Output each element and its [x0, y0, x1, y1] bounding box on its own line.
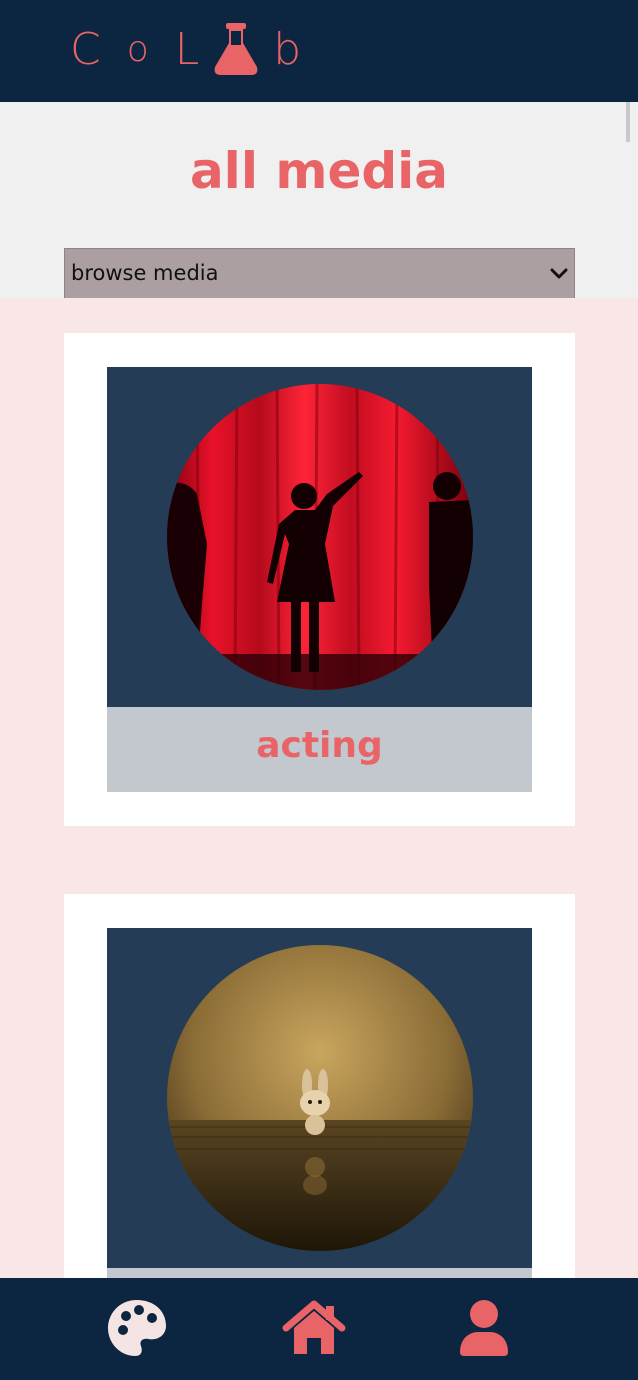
- nav-home-button[interactable]: [282, 1296, 346, 1360]
- chevron-down-icon: [550, 268, 568, 279]
- media-card[interactable]: [64, 894, 575, 1353]
- card-label-bar: acting: [107, 707, 532, 792]
- top-header: C o L b: [0, 0, 638, 102]
- home-icon: [282, 1300, 346, 1354]
- nav-palette-button[interactable]: [105, 1296, 169, 1360]
- logo-letter-b: b: [273, 23, 302, 75]
- select-value: browse media: [71, 261, 219, 285]
- logo-letter-o: o: [126, 28, 149, 70]
- bunny-figurine-image: [167, 945, 473, 1251]
- card-image-area: [107, 928, 532, 1268]
- page-title: all media: [189, 142, 449, 200]
- card-image-area: [107, 367, 532, 707]
- nav-profile-button[interactable]: [452, 1296, 516, 1360]
- logo-letter-c: C: [70, 23, 101, 75]
- theatre-curtain-image: [167, 384, 473, 690]
- colab-logo[interactable]: C o L b: [70, 22, 301, 76]
- logo-letter-l: L: [174, 23, 200, 75]
- media-card-acting[interactable]: acting: [64, 333, 575, 826]
- palette-icon: [108, 1300, 166, 1356]
- scrollbar-thumb[interactable]: [626, 102, 630, 142]
- card-label: acting: [256, 725, 383, 766]
- flask-icon: [214, 23, 258, 75]
- user-icon: [460, 1300, 508, 1356]
- bottom-nav: [0, 1278, 638, 1380]
- browse-media-select[interactable]: browse media: [64, 248, 575, 299]
